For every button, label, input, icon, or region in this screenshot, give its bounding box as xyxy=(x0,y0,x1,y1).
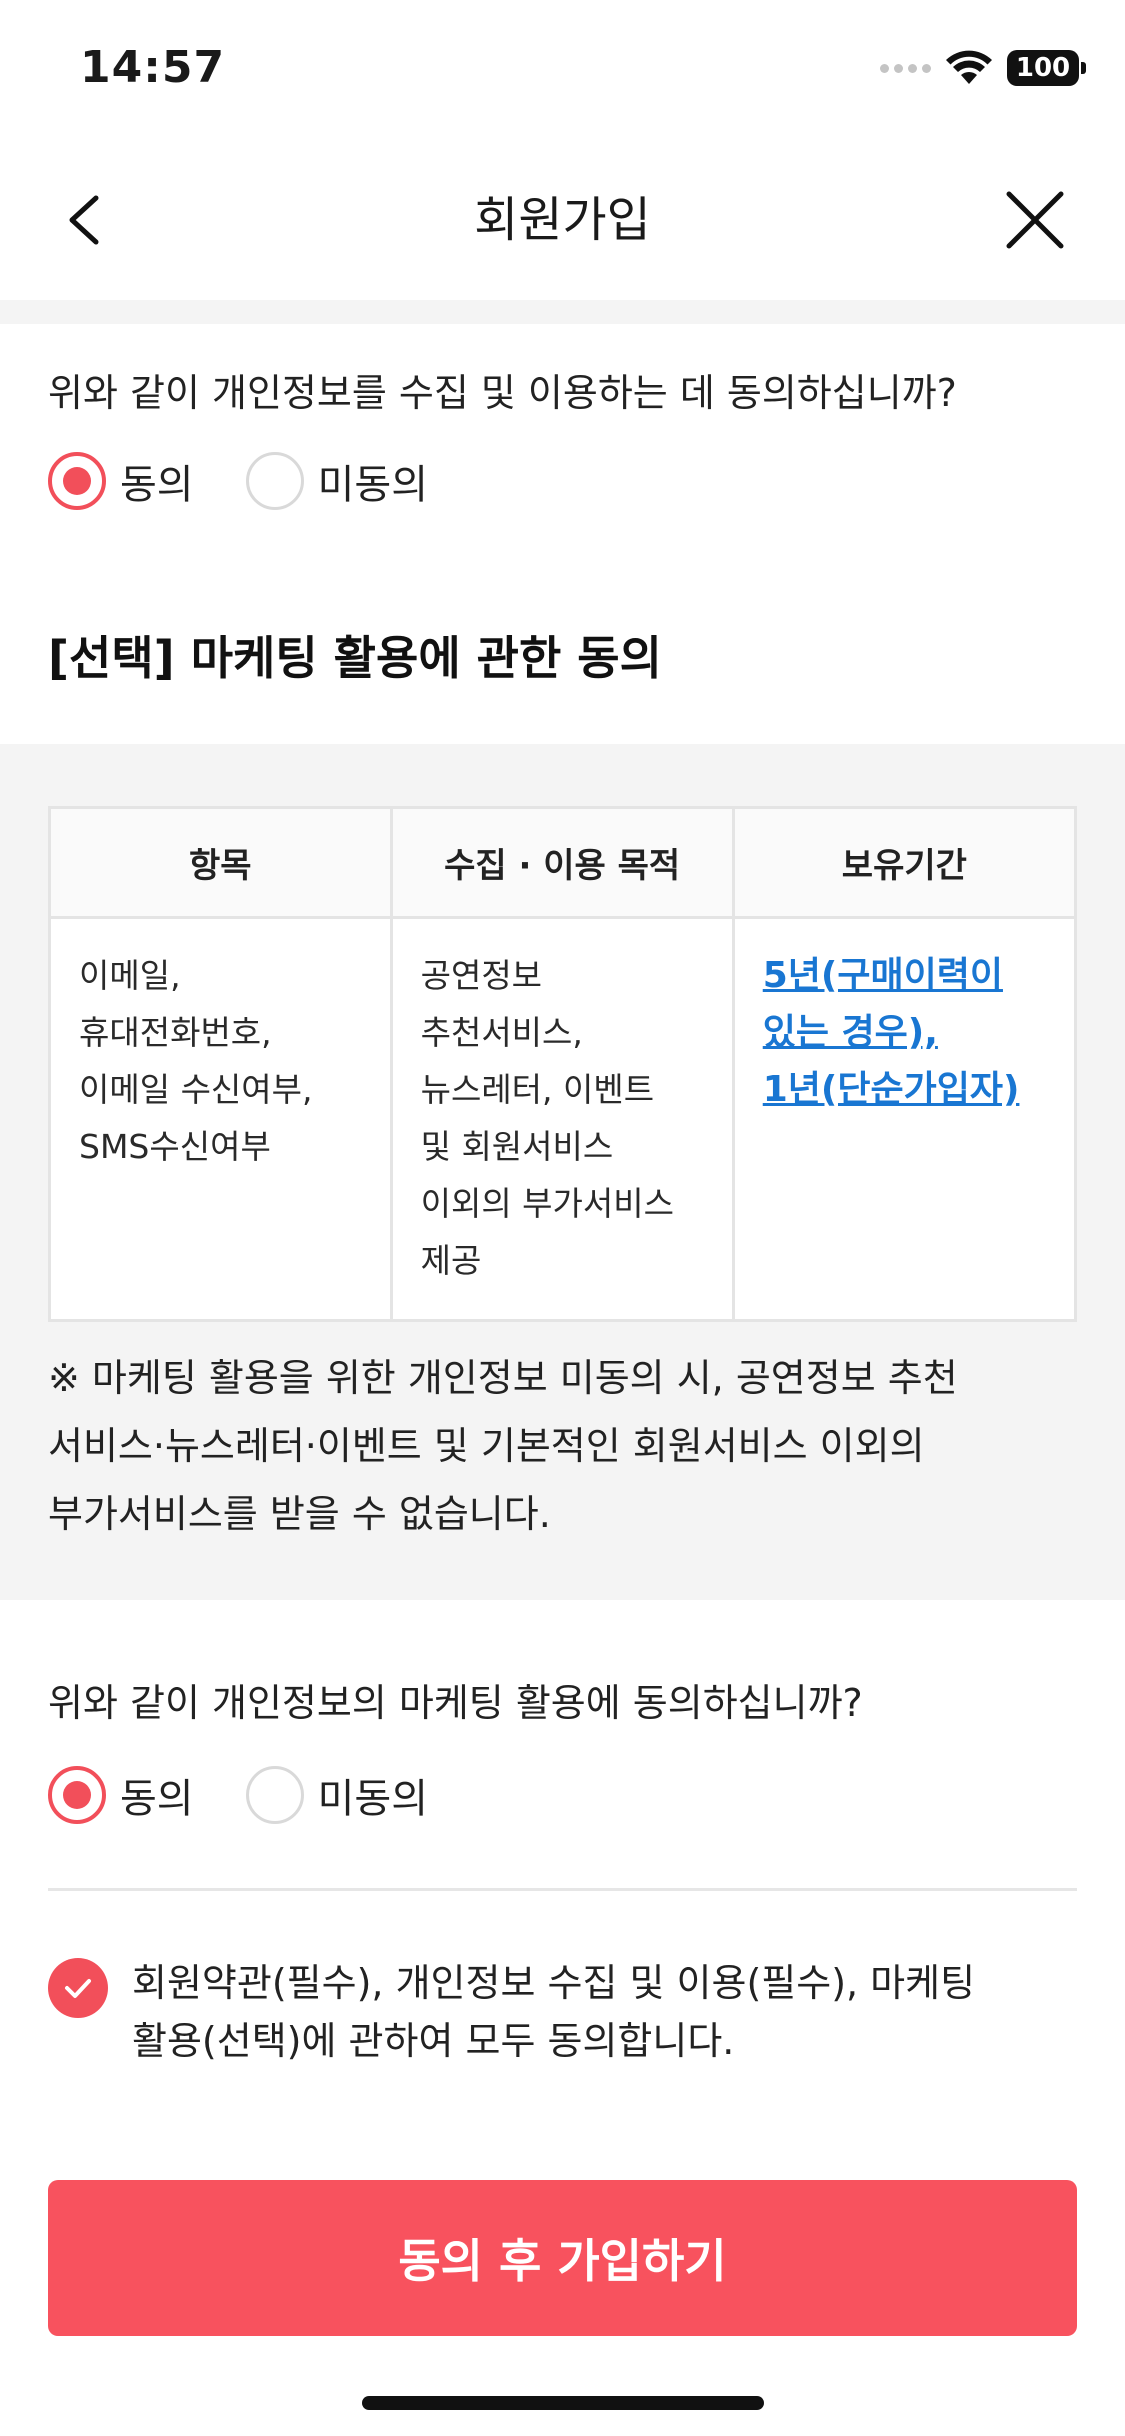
cell-line: 이외의 부가서비스 xyxy=(420,1184,674,1223)
agree-and-signup-button[interactable]: 동의 후 가입하기 xyxy=(48,2180,1077,2336)
table-cell-retention: 5년(구매이력이 있는 경우), 1년(단순가입자) xyxy=(731,916,1078,1322)
privacy-disagree-radio[interactable]: 미동의 xyxy=(245,452,429,510)
retention-link[interactable]: 있는 경우), xyxy=(763,1004,1046,1061)
status-bar: 14:57 100 xyxy=(0,0,1125,140)
marketing-agree-radio[interactable]: 동의 xyxy=(48,1766,194,1824)
agree-all-label: 회원약관(필수), 개인정보 수집 및 이용(필수), 마케팅 활용(선택)에 … xyxy=(132,1954,1052,2070)
agree-all-line: 회원약관(필수), 개인정보 수집 및 이용(필수), 마케팅 xyxy=(132,1961,976,2005)
table-header-retention: 보유기간 xyxy=(731,806,1078,919)
table-header-purpose: 수집 · 이용 목적 xyxy=(389,806,735,919)
battery-level: 100 xyxy=(1015,53,1071,83)
cell-line: 및 회원서비스 xyxy=(420,1127,614,1166)
cell-line: 휴대전화번호, xyxy=(79,1013,272,1052)
table-header-items: 항목 xyxy=(48,806,393,919)
note-line: 서비스·뉴스레터·이벤트 및 기본적인 회원서비스 이외의 xyxy=(48,1424,925,1468)
cell-line: 이메일, xyxy=(79,956,181,995)
cell-line: 공연정보 xyxy=(420,956,543,995)
radio-label: 동의 xyxy=(120,462,194,508)
marketing-info-table: 항목 수집 · 이용 목적 보유기간 이메일, 휴대전화번호, 이메일 수신여부… xyxy=(48,806,1078,1322)
cell-line: 추천서비스, xyxy=(420,1013,583,1052)
status-indicators: 100 xyxy=(880,48,1086,88)
radio-unchecked-icon[interactable] xyxy=(245,1766,304,1824)
retention-link[interactable]: 1년(단순가입자) xyxy=(763,1061,1046,1118)
retention-link[interactable]: 5년(구매이력이 xyxy=(763,947,1046,1004)
agree-all-checkbox[interactable]: 회원약관(필수), 개인정보 수집 및 이용(필수), 마케팅 활용(선택)에 … xyxy=(48,1954,1052,2070)
table-row: 이메일, 휴대전화번호, 이메일 수신여부, SMS수신여부 공연정보 추천서비… xyxy=(48,916,1078,1322)
table-cell-purpose: 공연정보 추천서비스, 뉴스레터, 이벤트 및 회원서비스 이외의 부가서비스 … xyxy=(389,916,735,1322)
cell-line: 뉴스레터, 이벤트 xyxy=(420,1070,655,1109)
marketing-consent-radio-group: 동의 미동의 xyxy=(48,1766,480,1824)
radio-label: 미동의 xyxy=(317,1776,429,1822)
radio-checked-icon[interactable] xyxy=(48,452,106,510)
note-line: ※ 마케팅 활용을 위한 개인정보 미동의 시, 공연정보 추천 xyxy=(48,1356,958,1400)
privacy-agree-radio[interactable]: 동의 xyxy=(48,452,194,510)
radio-label: 동의 xyxy=(120,1776,194,1822)
marketing-info-section: 항목 수집 · 이용 목적 보유기간 이메일, 휴대전화번호, 이메일 수신여부… xyxy=(0,744,1125,1600)
status-time: 14:57 xyxy=(80,42,226,93)
section-divider xyxy=(0,300,1125,324)
marketing-note: ※ 마케팅 활용을 위한 개인정보 미동의 시, 공연정보 추천 서비스·뉴스레… xyxy=(48,1344,1088,1548)
table-header-row: 항목 수집 · 이용 목적 보유기간 xyxy=(48,806,1078,919)
divider-line xyxy=(48,1888,1077,1891)
radio-label: 미동의 xyxy=(317,462,429,508)
note-line: 부가서비스를 받을 수 없습니다. xyxy=(48,1492,551,1536)
cell-line: 이메일 수신여부, xyxy=(79,1070,313,1109)
radio-checked-icon[interactable] xyxy=(48,1766,106,1824)
cell-line: SMS수신여부 xyxy=(79,1127,271,1166)
marketing-disagree-radio[interactable]: 미동의 xyxy=(245,1766,429,1824)
wifi-icon xyxy=(946,50,992,84)
agree-all-line: 활용(선택)에 관하여 모두 동의합니다. xyxy=(132,2019,735,2063)
home-indicator xyxy=(362,2396,764,2410)
marketing-section-title: [선택] 마케팅 활용에 관한 동의 xyxy=(48,631,662,685)
marketing-consent-question: 위와 같이 개인정보의 마케팅 활용에 동의하십니까? xyxy=(48,1681,863,1725)
table-cell-items: 이메일, 휴대전화번호, 이메일 수신여부, SMS수신여부 xyxy=(48,916,393,1322)
nav-bar: 회원가입 xyxy=(0,140,1125,300)
privacy-consent-question: 위와 같이 개인정보를 수집 및 이용하는 데 동의하십니까? xyxy=(48,371,957,415)
privacy-consent-radio-group: 동의 미동의 xyxy=(48,452,480,510)
radio-unchecked-icon[interactable] xyxy=(245,452,304,510)
close-icon[interactable] xyxy=(997,182,1073,258)
page-title: 회원가입 xyxy=(474,192,651,248)
cellular-signal-icon xyxy=(880,63,931,73)
battery-icon: 100 xyxy=(1007,50,1086,86)
checkmark-icon[interactable] xyxy=(48,1958,108,2018)
cell-line: 제공 xyxy=(420,1241,482,1280)
